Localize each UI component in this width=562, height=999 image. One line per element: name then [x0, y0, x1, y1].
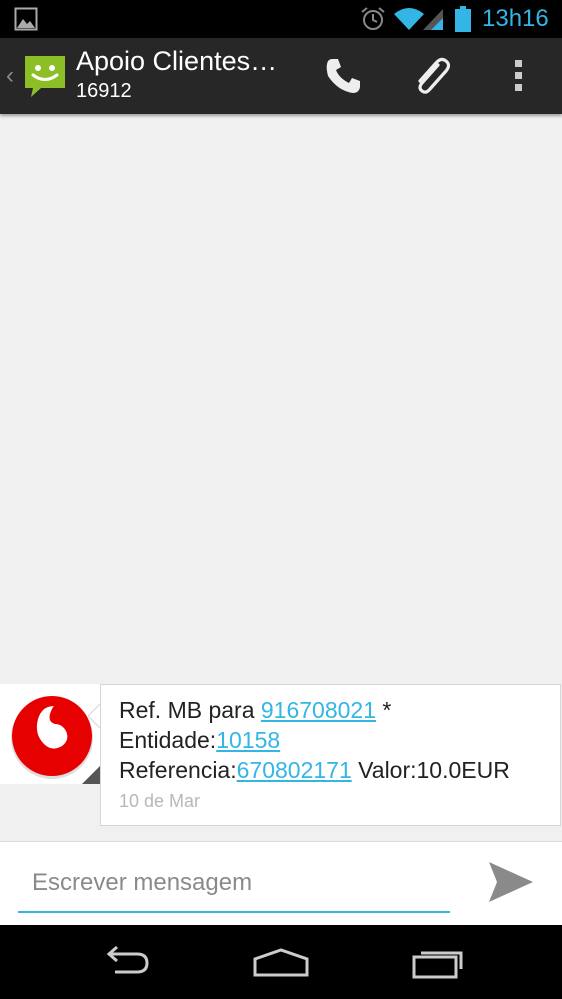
bubble-pointer [88, 704, 101, 728]
gallery-icon [14, 7, 38, 31]
vodafone-logo-icon [11, 696, 100, 784]
back-nav-button[interactable] [75, 925, 175, 999]
conversation-number: 16912 [76, 80, 132, 102]
alarm-icon [361, 7, 385, 30]
messaging-icon [25, 56, 65, 97]
message-line-2: Entidade:10158 [119, 726, 280, 754]
status-bar: 13h16 [0, 0, 562, 38]
overflow-menu-button[interactable] [482, 38, 556, 114]
send-button[interactable] [478, 849, 544, 915]
message-input[interactable] [18, 855, 450, 913]
back-nav-icon [106, 946, 149, 974]
message-text: Entidade: [119, 727, 217, 753]
signal-icon [423, 9, 443, 30]
conversation-title: Apoio Clientes… [76, 46, 278, 76]
message-text: * [376, 697, 392, 723]
message-date: 10 de Mar [119, 791, 201, 811]
attach-button[interactable] [394, 38, 468, 114]
call-button[interactable] [306, 38, 380, 114]
chevron-left-icon: ‹ [6, 62, 14, 89]
message-line-1: Ref. MB para 916708021 * [119, 696, 391, 724]
phone-number-link[interactable]: 916708021 [261, 697, 376, 723]
status-time: 13h16 [482, 5, 549, 32]
message-line-3: Referencia:670802171 Valor:10.0EUR [119, 756, 510, 784]
contact-avatar[interactable] [0, 684, 100, 784]
send-icon [489, 862, 533, 902]
recent-apps-icon [412, 951, 463, 979]
up-navigation-button[interactable]: ‹ [0, 38, 80, 114]
home-nav-icon [253, 948, 309, 977]
recent-apps-button[interactable] [389, 925, 489, 999]
phone-icon [326, 59, 360, 93]
message-text: Valor:10.0EUR [351, 757, 510, 783]
reference-number-link[interactable]: 670802171 [237, 757, 352, 783]
wifi-icon [394, 8, 424, 30]
battery-icon [455, 6, 471, 32]
entity-number-link[interactable]: 10158 [216, 727, 280, 753]
message-text: Referencia: [119, 757, 237, 783]
paperclip-icon [418, 57, 451, 94]
message-text: Ref. MB para [119, 697, 261, 723]
overflow-menu-icon [515, 60, 522, 91]
home-nav-button[interactable] [231, 925, 331, 999]
